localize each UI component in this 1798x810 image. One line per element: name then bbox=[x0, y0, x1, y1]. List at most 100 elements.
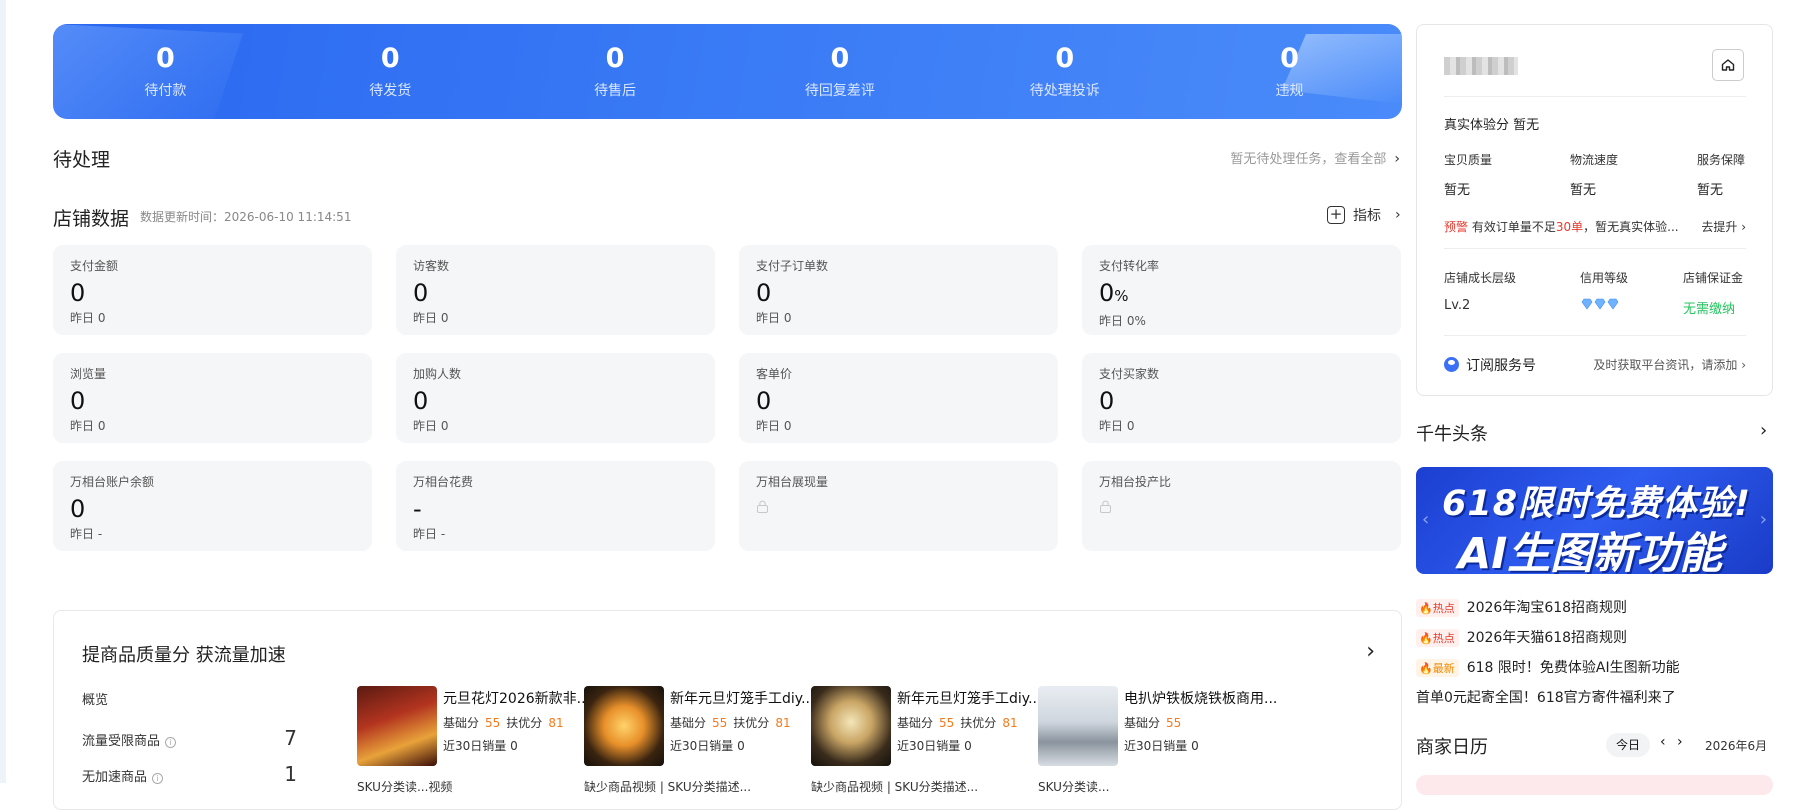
fire-icon: 🔥 bbox=[1419, 662, 1433, 675]
news-text: 618 限时！免费体验AI生图新功能 bbox=[1466, 660, 1680, 676]
product-image bbox=[1038, 686, 1118, 766]
metric-yesterday: 昨日 0 bbox=[756, 419, 792, 433]
promo-banner[interactable]: ‹ 618限时免费体验! AI生图新功能 › bbox=[1416, 467, 1773, 574]
stat-violation[interactable]: 0 违规 bbox=[1177, 24, 1402, 119]
metric-title: 万相台花费 bbox=[413, 475, 474, 489]
metric-yesterday: 昨日 - bbox=[413, 527, 446, 541]
level-label: 店铺成长层级 bbox=[1444, 271, 1517, 285]
level-item[interactable]: 信用等级 bbox=[1580, 269, 1628, 314]
overview-row[interactable]: 无加速商品 i 1 bbox=[82, 762, 297, 786]
stat-pending-complaint[interactable]: 0 待处理投诉 bbox=[952, 24, 1177, 119]
stat-pending-aftersale[interactable]: 0 待售后 bbox=[503, 24, 728, 119]
chevron-left-icon[interactable]: ‹ bbox=[1660, 734, 1666, 750]
level-item[interactable]: 店铺成长层级 Lv.2 bbox=[1444, 269, 1516, 313]
level-item[interactable]: 店铺保证金 无需缴纳 bbox=[1683, 269, 1743, 317]
chevron-right-icon: › bbox=[1741, 220, 1746, 234]
metric-card[interactable]: 浏览量 0 昨日 0 bbox=[53, 353, 372, 443]
info-icon: i bbox=[152, 773, 164, 784]
tag-label: 最新 bbox=[1432, 662, 1455, 675]
base-score: 55 bbox=[939, 716, 955, 730]
chevron-right-icon[interactable]: › bbox=[1366, 639, 1375, 664]
base-score-label: 基础分 bbox=[1124, 716, 1161, 730]
stat-pending-review-reply[interactable]: 0 待回复差评 bbox=[727, 24, 952, 119]
quality-score-section: 提商品质量分 获流量加速 › 概览 流量受限商品 i 7 无加速商品 i 1 元旦花灯2… bbox=[53, 610, 1402, 810]
credit-diamonds bbox=[1580, 298, 1628, 314]
product-image bbox=[811, 686, 891, 766]
opt-score: 81 bbox=[1002, 716, 1018, 730]
product-item[interactable]: 电扒炉铁板烧铁板商用... 基础分 55 近30日销量 0 SKU分类读... bbox=[1038, 686, 1278, 794]
base-score-label: 基础分 bbox=[443, 716, 480, 730]
overview-label: 概览 bbox=[82, 693, 109, 708]
subscribe-row[interactable]: 订阅服务号 及时获取平台资讯，请添加 › bbox=[1444, 355, 1746, 375]
level-label: 店铺保证金 bbox=[1683, 271, 1744, 285]
metric-card[interactable]: 客单价 0 昨日 0 bbox=[739, 353, 1058, 443]
metric-value: 0 bbox=[756, 387, 772, 415]
subscribe-hint: 及时获取平台资讯，请添加 bbox=[1593, 358, 1738, 372]
base-score: 55 bbox=[712, 716, 728, 730]
overview-row[interactable]: 流量受限商品 i 7 bbox=[82, 726, 297, 750]
news-item[interactable]: 🔥热点 2026年淘宝618招商规则 bbox=[1416, 597, 1627, 617]
base-score-label: 基础分 bbox=[897, 716, 934, 730]
news-text: 2026年天猫618招商规则 bbox=[1466, 630, 1628, 646]
subscribe-hint-link[interactable]: 及时获取平台资讯，请添加 › bbox=[1593, 356, 1746, 373]
metric-title: 支付子订单数 bbox=[756, 259, 829, 273]
metric-card[interactable]: 支付子订单数 0 昨日 0 bbox=[739, 245, 1058, 335]
stat-pending-shipment[interactable]: 0 待发货 bbox=[278, 24, 503, 119]
product-score: 基础分 55 扶优分 81 bbox=[443, 714, 570, 731]
view-all-pending-link[interactable]: 暂无待处理任务，查看全部 › bbox=[1230, 148, 1400, 167]
hot-tag: 🔥热点 bbox=[1416, 599, 1459, 617]
metric-card[interactable]: 访客数 0 昨日 0 bbox=[396, 245, 715, 335]
chevron-left-icon[interactable]: ‹ bbox=[1422, 509, 1429, 530]
improve-label: 去提升 bbox=[1701, 220, 1738, 234]
fire-icon: 🔥 bbox=[1419, 602, 1433, 615]
home-button[interactable] bbox=[1712, 49, 1744, 81]
merchant-calendar-title: 商家日历 bbox=[1416, 737, 1488, 758]
calendar-event-bar[interactable] bbox=[1416, 775, 1773, 795]
metric-yesterday: 昨日 0 bbox=[70, 311, 106, 325]
experience-score: 真实体验分 暂无 bbox=[1444, 118, 1540, 133]
product-item[interactable]: 新年元旦灯笼手工diy... 基础分 55 扶优分 81 近30日销量 0 缺少商品视… bbox=[584, 686, 824, 794]
stat-pending-payment[interactable]: 0 待付款 bbox=[53, 24, 278, 119]
metric-card[interactable]: 支付买家数 0 昨日 0 bbox=[1082, 353, 1401, 443]
product-image bbox=[357, 686, 437, 766]
today-button[interactable]: 今日 bbox=[1606, 733, 1650, 757]
metric-card[interactable]: 万相台花费 - 昨日 - bbox=[396, 461, 715, 551]
product-issues: 缺少商品视频 | SKU分类描述... bbox=[584, 780, 752, 794]
warning-text: ，暂无真实体验... bbox=[1583, 220, 1679, 234]
subscribe-label: 订阅服务号 bbox=[1466, 358, 1536, 374]
indicator-button[interactable]: + 指标 › bbox=[1327, 205, 1401, 225]
metric-value: 0 bbox=[70, 495, 86, 523]
plus-square-icon: + bbox=[1327, 206, 1345, 224]
metric-card[interactable]: 支付金额 0 昨日 0 bbox=[53, 245, 372, 335]
metric-card[interactable]: 支付转化率 0% 昨日 0% bbox=[1082, 245, 1401, 335]
metric-card[interactable]: 加购人数 0 昨日 0 bbox=[396, 353, 715, 443]
metric-card[interactable]: 万相台账户余额 0 昨日 - bbox=[53, 461, 372, 551]
product-score: 基础分 55 扶优分 81 bbox=[670, 714, 797, 731]
improve-link[interactable]: 去提升 › bbox=[1701, 218, 1746, 235]
product-sales: 近30日销量 0 bbox=[670, 739, 745, 753]
product-issues: 缺少商品视频 | SKU分类描述... bbox=[811, 780, 979, 794]
chevron-right-icon[interactable]: › bbox=[1760, 420, 1767, 441]
base-score-label: 基础分 bbox=[670, 716, 707, 730]
chevron-right-icon[interactable]: › bbox=[1677, 734, 1683, 750]
metric-unit: % bbox=[1114, 287, 1129, 305]
news-item[interactable]: 首单0元起寄全国！618官方寄件福利来了 bbox=[1416, 687, 1676, 707]
stat-value: 0 bbox=[1280, 42, 1299, 74]
warning-tag: 预警 bbox=[1444, 220, 1469, 234]
metric-card-locked[interactable]: 万相台投产比 bbox=[1082, 461, 1401, 551]
metric-card-locked[interactable]: 万相台展现量 bbox=[739, 461, 1058, 551]
chevron-right-icon[interactable]: › bbox=[1760, 509, 1767, 530]
metric-title: 客单价 bbox=[756, 367, 793, 381]
metric-yesterday: 昨日 0 bbox=[756, 311, 792, 325]
news-item[interactable]: 🔥热点 2026年天猫618招商规则 bbox=[1416, 627, 1627, 647]
shop-info-panel: 真实体验分 暂无 宝贝质量 暂无 物流速度 暂无 服务保障 暂无 预警 有效订单量不足… bbox=[1416, 24, 1773, 396]
warning-text: 有效订单量不足 bbox=[1468, 220, 1556, 234]
metric-value: 0 bbox=[70, 279, 86, 307]
product-item[interactable]: 新年元旦灯笼手工diy... 基础分 55 扶优分 81 近30日销量 0 缺少商品视… bbox=[811, 686, 1051, 794]
new-tag: 🔥最新 bbox=[1416, 659, 1459, 677]
product-name: 电扒炉铁板烧铁板商用... bbox=[1124, 691, 1278, 707]
news-item[interactable]: 🔥最新 618 限时！免费体验AI生图新功能 bbox=[1416, 657, 1680, 677]
product-item[interactable]: 元旦花灯2026新款非... 基础分 55 扶优分 81 近30日销量 0 SKU分类… bbox=[357, 686, 597, 794]
stat-value: 0 bbox=[1055, 42, 1075, 74]
stat-value: 0 bbox=[156, 42, 175, 74]
